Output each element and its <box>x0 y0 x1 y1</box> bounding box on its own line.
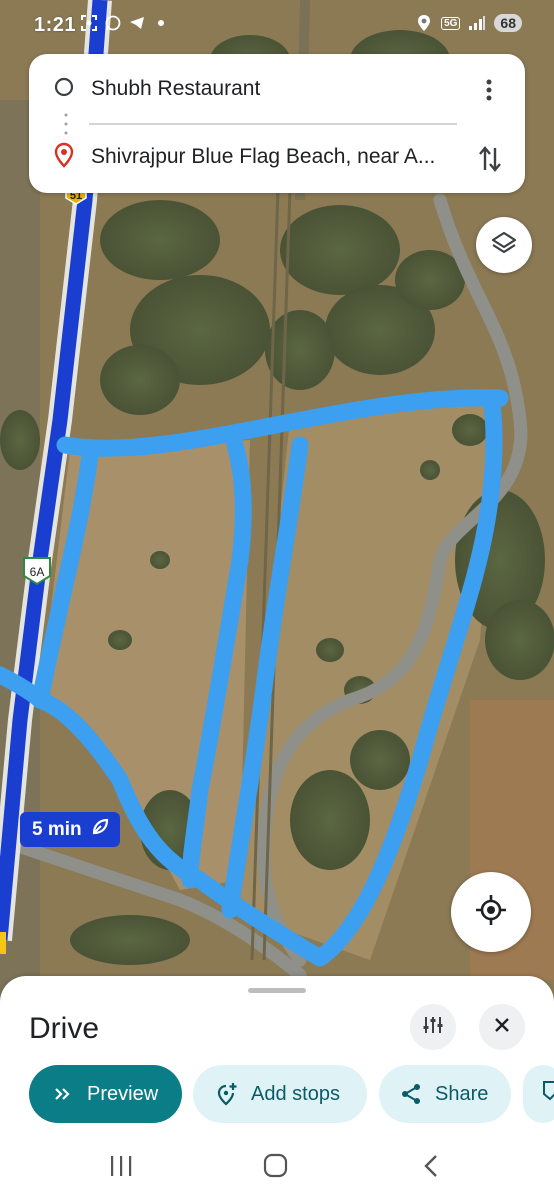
back-button[interactable] <box>416 1153 446 1183</box>
screenshot-icon <box>80 14 98 32</box>
layers-button[interactable] <box>476 217 532 273</box>
map-pin-icon <box>53 142 75 173</box>
route-connector-dots <box>63 112 69 141</box>
add-stops-label: Add stops <box>251 1082 340 1105</box>
share-label: Share <box>435 1082 489 1105</box>
close-icon <box>493 1016 511 1039</box>
eta-text: 5 min <box>32 818 82 840</box>
more-vertical-icon[interactable] <box>477 76 501 104</box>
recents-icon <box>109 1155 133 1182</box>
route-options-button[interactable] <box>410 1004 456 1050</box>
route-divider <box>89 123 457 125</box>
home-icon <box>263 1153 289 1184</box>
notification-icons <box>80 14 170 32</box>
destination-field[interactable]: Shivrajpur Blue Flag Beach, near A... <box>53 142 465 172</box>
status-bar: 1:21 5G 68 <box>0 0 554 52</box>
destination-text: Shivrajpur Blue Flag Beach, near A... <box>91 145 436 168</box>
system-navigation-bar <box>0 1135 554 1200</box>
origin-text: Shubh Restaurant <box>91 77 261 100</box>
notification-dot-icon <box>152 14 170 32</box>
swap-vertical-icon[interactable] <box>475 142 505 176</box>
location-icon <box>415 14 433 32</box>
action-chips: Preview Add stops Share <box>29 1065 554 1123</box>
status-time: 1:21 <box>34 14 77 36</box>
battery-level: 68 <box>494 14 522 32</box>
whatsapp-icon <box>104 14 122 32</box>
my-location-icon <box>474 893 508 932</box>
close-button[interactable] <box>479 1004 525 1050</box>
tune-icon <box>422 1014 444 1041</box>
share-button[interactable]: Share <box>379 1065 511 1123</box>
sheet-drag-handle[interactable] <box>248 988 306 993</box>
signal-icon <box>468 14 486 32</box>
share-icon <box>399 1082 423 1106</box>
eco-leaf-icon <box>90 817 110 843</box>
highway-shield-side-number: 6A <box>30 565 45 579</box>
road-marker <box>0 932 6 954</box>
eta-badge[interactable]: 5 min <box>20 812 120 847</box>
telegram-icon <box>128 14 146 32</box>
origin-field[interactable]: Shubh Restaurant <box>53 74 465 104</box>
double-chevron-icon <box>51 1082 75 1106</box>
add-stops-button[interactable]: Add stops <box>193 1065 367 1123</box>
home-button[interactable] <box>261 1153 291 1183</box>
preview-button[interactable]: Preview <box>29 1065 182 1123</box>
preview-label: Preview <box>87 1082 159 1105</box>
travel-mode-title: Drive <box>29 1012 100 1045</box>
network-type-label: 5G <box>441 16 461 30</box>
pin-icon <box>541 1080 554 1108</box>
directions-card: Shubh Restaurant Shivrajpur Blue Flag Be… <box>29 54 525 193</box>
system-status: 5G 68 <box>415 14 522 32</box>
circle-outline-icon <box>53 76 75 103</box>
my-location-button[interactable] <box>451 872 531 952</box>
back-chevron-icon <box>422 1153 440 1184</box>
recents-button[interactable] <box>106 1153 136 1183</box>
more-chip-button[interactable] <box>523 1065 554 1123</box>
add-location-icon <box>215 1082 239 1106</box>
layers-icon <box>490 229 518 262</box>
